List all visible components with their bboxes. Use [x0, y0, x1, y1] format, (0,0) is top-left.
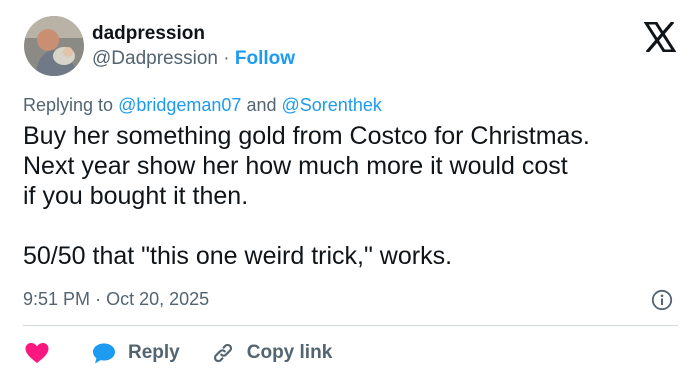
action-bar: Reply Copy link [24, 338, 332, 368]
replying-conjunction: and [246, 95, 277, 115]
tweet-line: Buy her something gold from Costco for C… [23, 122, 590, 150]
speech-bubble-icon [93, 343, 115, 364]
tweet-time: 9:51 PM [23, 289, 91, 309]
divider [23, 325, 678, 326]
x-logo-icon[interactable] [644, 22, 676, 52]
separator: · [95, 289, 102, 309]
user-handle[interactable]: @Dadpression [92, 48, 218, 69]
link-icon [213, 343, 232, 363]
reply-label: Reply [128, 342, 180, 363]
follow-button[interactable]: Follow [235, 48, 295, 69]
copy-link-button[interactable]: Copy link [180, 341, 333, 365]
avatar[interactable] [24, 16, 84, 76]
replying-to: Replying to @bridgeman07 and @Sorenthek [23, 93, 382, 117]
separator: · [223, 48, 230, 69]
tweet-timestamp[interactable]: 9:51 PM · Oct 20, 2025 [23, 287, 209, 311]
reply-button[interactable]: Reply [50, 341, 180, 365]
like-button[interactable] [24, 341, 50, 365]
tweet-date: Oct 20, 2025 [106, 289, 210, 309]
display-name[interactable]: dadpression [92, 22, 205, 46]
heart-icon [25, 343, 49, 363]
tweet-line: 50/50 that "this one weird trick," works… [23, 242, 453, 270]
replying-prefix: Replying to [23, 95, 114, 115]
handle-row: @Dadpression · Follow [92, 47, 295, 71]
tweet-line: Next year show her how much more it woul… [23, 152, 568, 180]
tweet-text: Buy her something gold from Costco for C… [23, 121, 683, 271]
copy-link-label: Copy link [246, 342, 333, 363]
tweet-line: if you bought it then. [23, 182, 249, 210]
mention-link[interactable]: @Sorenthek [282, 95, 382, 115]
info-icon[interactable] [651, 289, 673, 311]
mention-link[interactable]: @bridgeman07 [118, 95, 241, 115]
